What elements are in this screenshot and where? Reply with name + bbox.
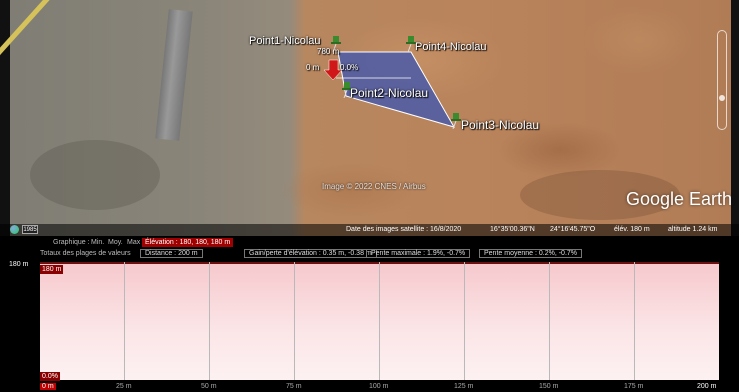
zoom-slider-knob[interactable] bbox=[719, 95, 725, 101]
distance-stat: Distance : 200 m bbox=[140, 249, 203, 258]
map-status-bar: Date des images satellite : 16/8/2020 16… bbox=[0, 224, 739, 236]
avg-toggle[interactable]: Moy. bbox=[108, 238, 123, 247]
grid-line bbox=[124, 262, 125, 380]
min-toggle[interactable]: Min. bbox=[91, 238, 104, 247]
measure-percent-label: 0.0% bbox=[340, 63, 359, 72]
grid-line bbox=[209, 262, 210, 380]
latitude-readout: 16°35'00.36"N bbox=[490, 226, 535, 233]
imagery-credit: Image © 2022 CNES / Airbus bbox=[322, 182, 426, 191]
x-tick-100: 100 m bbox=[369, 383, 389, 390]
grid-line bbox=[294, 262, 295, 380]
x-tick-50: 50 m bbox=[201, 383, 217, 390]
grid-line bbox=[634, 262, 635, 380]
y-marker-top: 180 m bbox=[40, 265, 64, 274]
globe-icon[interactable] bbox=[10, 225, 19, 234]
imagery-date: Date des images satellite : 16/8/2020 bbox=[346, 226, 462, 233]
placemark-label-point4[interactable]: Point4-Nicolau bbox=[415, 41, 487, 53]
range-totals-label: Totaux des plages de valeurs bbox=[40, 250, 131, 257]
x-tick-25: 25 m bbox=[116, 383, 132, 390]
grid-line bbox=[464, 262, 465, 380]
grid-line bbox=[549, 262, 550, 380]
measure-start-label: 0 m bbox=[306, 63, 320, 72]
x-tick-125: 125 m bbox=[454, 383, 474, 390]
x-tick-150: 150 m bbox=[539, 383, 559, 390]
placemark-label-point3[interactable]: Point3-Nicolau bbox=[461, 118, 539, 132]
y-marker-bottom: 0.0% bbox=[40, 372, 60, 381]
elevation-gain-loss-stat: Gain/perte d'élévation : 0.35 m, -0.38 m bbox=[244, 249, 377, 258]
satellite-map-view[interactable]: Point1-Nicolau Point4-Nicolau Point2-Nic… bbox=[0, 0, 739, 236]
zoom-slider[interactable] bbox=[717, 30, 727, 130]
x-tick-175: 175 m bbox=[624, 383, 644, 390]
grid-line bbox=[379, 262, 380, 380]
google-earth-watermark: Google Earth bbox=[626, 189, 733, 209]
longitude-readout: 24°16'45.75"O bbox=[550, 226, 596, 233]
y-axis-label: 180 m bbox=[9, 261, 29, 268]
measure-distance-label: 780 m bbox=[317, 47, 340, 56]
elevation-summary: Élévation : 180, 180, 180 m bbox=[142, 238, 234, 247]
x-tick-0: 0 m bbox=[40, 383, 56, 390]
max-slope-stat: Pente maximale : 1.9%, -0.7% bbox=[366, 249, 471, 258]
elevation-profile-panel: Graphique : Min. Moy. Max Élévation : 18… bbox=[0, 236, 739, 392]
x-tick-200: 200 m bbox=[697, 383, 717, 390]
range-totals-row: Totaux des plages de valeurs Distance : … bbox=[0, 249, 739, 258]
graph-legend-row: Graphique : Min. Moy. Max Élévation : 18… bbox=[0, 238, 739, 247]
elevation-readout: élév. 180 m bbox=[614, 226, 650, 233]
placemark-label-point1[interactable]: Point1-Nicolau bbox=[249, 35, 321, 47]
historical-imagery-badge[interactable]: 1985 bbox=[22, 225, 38, 234]
altitude-readout: altitude 1.24 km bbox=[668, 226, 718, 233]
placemark-label-point2[interactable]: Point2-Nicolau bbox=[350, 86, 428, 100]
avg-slope-stat: Pente moyenne : 0.2%, -0.7% bbox=[479, 249, 582, 258]
x-tick-75: 75 m bbox=[286, 383, 302, 390]
elevation-plot-area[interactable] bbox=[40, 262, 719, 380]
max-toggle[interactable]: Max bbox=[127, 238, 140, 247]
graph-label: Graphique : bbox=[53, 239, 90, 246]
